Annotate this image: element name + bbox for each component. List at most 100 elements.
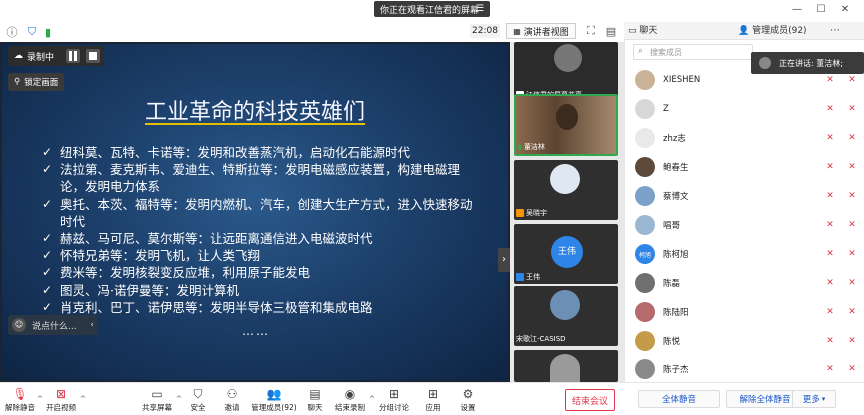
video-tile[interactable]: 王伟 王伟 xyxy=(514,224,618,284)
breakout-icon: ⊞ xyxy=(388,387,400,401)
video-off-icon[interactable]: ✕ xyxy=(847,133,857,143)
chevron-left-icon[interactable]: ‹ xyxy=(90,320,94,330)
avatar xyxy=(550,290,580,320)
maximize-icon[interactable]: ☐ xyxy=(814,3,828,17)
lock-screen-button[interactable]: ⚲ 锁定画面 xyxy=(8,73,64,91)
pin-icon: ⚲ xyxy=(14,77,21,87)
avatar xyxy=(635,215,655,235)
member-row[interactable]: 陈子杰 ✕ ✕ xyxy=(635,356,857,382)
more-icon[interactable]: ⋯ xyxy=(828,24,842,38)
close-icon[interactable]: ✕ xyxy=(838,3,852,17)
breakout-rooms-button[interactable]: ⊞ 分组讨论 xyxy=(379,386,409,414)
stop-recording-toolbar-button[interactable]: ◉ 结束录制 xyxy=(335,386,365,414)
unmute-button[interactable]: 🎙 解除静音 xyxy=(5,386,35,414)
menu-icon[interactable]: ☰ xyxy=(474,3,486,15)
mic-muted-icon[interactable]: ✕ xyxy=(825,75,835,85)
chevron-up-icon[interactable]: ^ xyxy=(80,395,86,403)
video-off-icon[interactable]: ✕ xyxy=(847,278,857,288)
shield-icon[interactable]: ⛉ xyxy=(24,24,40,40)
chat-button[interactable]: ▤ 聊天 xyxy=(305,386,325,414)
bullet-item: ✓ 纽科莫、瓦特、卡诺等：发明和改善蒸汽机，启动化石能源时代 xyxy=(42,145,411,160)
mic-muted-icon[interactable]: ✕ xyxy=(825,133,835,143)
member-row[interactable]: Z ✕ ✕ xyxy=(635,96,857,122)
video-off-icon[interactable]: ✕ xyxy=(847,104,857,114)
mute-all-button[interactable]: 全体静音 xyxy=(638,390,720,408)
tab-chat[interactable]: ▭ 聊天 xyxy=(628,22,657,40)
member-row[interactable]: 柯旭 陈柯旭 ✕ ✕ xyxy=(635,241,857,267)
tile-label: 吴晓宇 xyxy=(516,208,547,218)
mic-muted-icon[interactable]: ✕ xyxy=(825,220,835,230)
start-video-button[interactable]: ⊠ 开启视频 xyxy=(46,386,76,414)
video-tile[interactable] xyxy=(514,350,618,382)
video-tile[interactable]: 宋歌江-CASISD xyxy=(514,286,618,346)
check-icon: ✓ xyxy=(42,196,53,211)
mic-muted-icon[interactable]: ✕ xyxy=(825,191,835,201)
video-off-icon[interactable]: ✕ xyxy=(847,191,857,201)
share-screen-button[interactable]: ▭ 共享屏幕 xyxy=(142,386,172,414)
video-off-icon[interactable]: ✕ xyxy=(847,162,857,172)
chevron-up-icon[interactable]: ^ xyxy=(37,395,43,403)
view-mode-button[interactable]: ▦ 演讲者视图 xyxy=(506,23,576,39)
chat-input[interactable]: ☺ 说点什么... ‹ xyxy=(8,315,98,335)
mic-muted-icon[interactable]: ✕ xyxy=(825,278,835,288)
chevron-up-icon[interactable]: ^ xyxy=(176,395,182,403)
video-off-icon[interactable]: ✕ xyxy=(847,364,857,374)
check-icon: ✓ xyxy=(42,248,53,263)
video-off-icon[interactable]: ✕ xyxy=(847,220,857,230)
panel-footer: 全体静音 解除全体静音 更多 ▾ xyxy=(624,382,864,415)
member-row[interactable]: 陈悦 ✕ ✕ xyxy=(635,328,857,354)
avatar xyxy=(635,70,655,90)
layout-icon[interactable]: ▤ xyxy=(604,24,618,38)
emoji-icon[interactable]: ☺ xyxy=(12,318,26,332)
avatar xyxy=(635,273,655,293)
stop-recording-button[interactable] xyxy=(86,49,100,63)
more-button[interactable]: 更多 ▾ xyxy=(792,390,836,408)
member-row[interactable]: 陈陆阳 ✕ ✕ xyxy=(635,299,857,325)
gear-icon: ⚙ xyxy=(462,387,474,401)
manage-members-button[interactable]: 👥 管理成员(92) xyxy=(251,386,296,414)
minimize-icon[interactable]: — xyxy=(790,3,804,17)
video-tile[interactable]: 吴晓宇 xyxy=(514,160,618,220)
settings-button[interactable]: ⚙ 设置 xyxy=(458,386,478,414)
search-input[interactable]: 搜索成员 xyxy=(633,44,753,60)
cloud-icon: ☁ xyxy=(14,51,23,61)
tab-members-label: 管理成员(92) xyxy=(752,26,807,36)
security-button[interactable]: ⛉ 安全 xyxy=(188,386,208,414)
fullscreen-icon[interactable]: ⛶ xyxy=(584,24,598,38)
member-row[interactable]: 鲍春生 ✕ ✕ xyxy=(635,154,857,180)
mic-muted-icon[interactable]: ✕ xyxy=(825,249,835,259)
video-tile-active[interactable]: ▮ 董洁林 xyxy=(514,94,618,156)
mic-muted-icon[interactable]: ✕ xyxy=(825,336,835,346)
mic-muted-icon[interactable]: ✕ xyxy=(825,307,835,317)
member-row[interactable]: zhz志 ✕ ✕ xyxy=(635,125,857,151)
shield-icon: ⛉ xyxy=(193,387,203,401)
member-row[interactable]: 蔡博文 ✕ ✕ xyxy=(635,183,857,209)
chevron-up-icon[interactable]: ^ xyxy=(369,395,375,403)
share-screen-icon: ▭ xyxy=(151,387,163,401)
bullet-item: ✓ 费米等：发明核裂变反应堆，利用原子能发电 xyxy=(42,265,311,281)
member-row[interactable]: 陈磊 ✕ ✕ xyxy=(635,270,857,296)
video-off-icon[interactable]: ✕ xyxy=(847,75,857,85)
mic-muted-icon[interactable]: ✕ xyxy=(825,104,835,114)
tab-members[interactable]: 👤 管理成员(92) xyxy=(738,22,807,40)
apps-button[interactable]: ⊞ 应用 xyxy=(423,386,443,414)
mic-muted-icon[interactable]: ✕ xyxy=(825,364,835,374)
video-tile[interactable]: 江信君的屏幕共享 xyxy=(514,42,618,102)
slide-title: 工业革命的科技英雄们 xyxy=(144,100,365,125)
video-off-icon[interactable]: ✕ xyxy=(847,307,857,317)
member-row[interactable]: 唱哥 ✕ ✕ xyxy=(635,212,857,238)
signal-icon[interactable]: ▮ xyxy=(40,24,56,40)
check-icon: ✓ xyxy=(42,282,53,297)
video-off-icon[interactable]: ✕ xyxy=(847,336,857,346)
video-off-icon[interactable]: ✕ xyxy=(847,249,857,259)
end-meeting-button[interactable]: 结束会议 xyxy=(565,389,615,411)
speaking-text: 正在讲话: 董洁林; xyxy=(779,58,843,68)
info-icon[interactable]: ⓘ xyxy=(4,24,20,40)
avatar xyxy=(550,164,580,194)
bullet-item: ✓ 赫兹、马可尼、莫尔斯等：让远距离通信进入电磁波时代 xyxy=(42,231,373,247)
mic-muted-icon[interactable]: ✕ xyxy=(825,162,835,172)
pause-recording-button[interactable] xyxy=(66,49,80,63)
invite-button[interactable]: ⚇ 邀请 xyxy=(222,386,242,414)
mic-icon: ▮ xyxy=(518,143,522,151)
collapse-strip-arrow[interactable]: › xyxy=(498,248,510,272)
